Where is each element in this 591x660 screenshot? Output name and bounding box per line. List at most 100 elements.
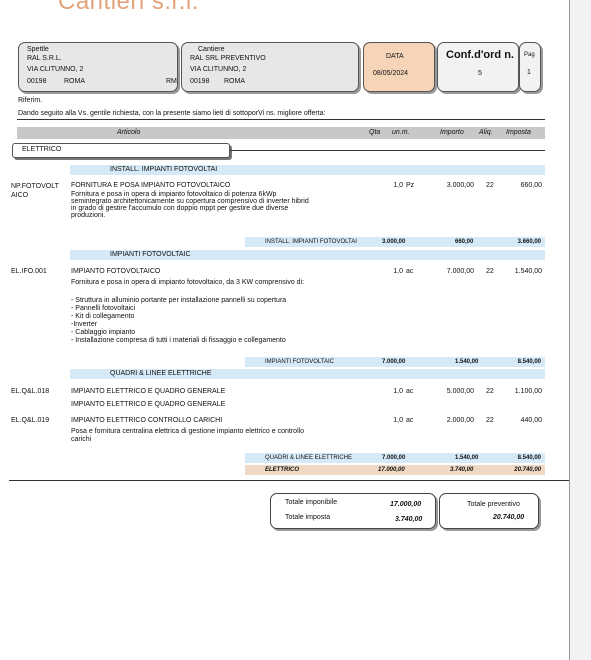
section-divider bbox=[230, 150, 545, 151]
col-importo: Importo bbox=[440, 129, 464, 136]
site-name: RAL SRL PREVENTIVO bbox=[190, 55, 266, 62]
section-total-importo: 17.000,00 bbox=[378, 467, 405, 473]
subtotal-label: QUADRI & LINEE ELETTRICHE bbox=[265, 455, 353, 461]
col-aliq: Aliq. bbox=[479, 129, 493, 136]
item-desc-line: produzioni. bbox=[71, 212, 106, 219]
item-code: EL.Q&L.019 bbox=[11, 417, 50, 424]
item-importo: 7.000,00 bbox=[446, 268, 474, 275]
order-number-label: Conf.d'ord n. bbox=[446, 49, 514, 61]
taxable-value: 17.000,00 bbox=[390, 501, 422, 508]
item-desc-line: - Cablaggio impianto bbox=[71, 329, 136, 336]
quote-total-box: Totale preventivo 20.740,00 bbox=[439, 493, 539, 529]
taxable-totals-box: Totale imponibile 17.000,00 Totale impos… bbox=[270, 493, 436, 529]
item-um: ac bbox=[406, 388, 414, 395]
group-band: INSTALL. IMPIANTI FOTOVOLTAI bbox=[70, 165, 545, 175]
reference-label: Riferim. bbox=[18, 97, 43, 104]
item-desc-line: - Kit di collegamento bbox=[71, 313, 135, 320]
section-total-label: ELETTRICO bbox=[265, 467, 299, 473]
item-aliq: 22 bbox=[486, 268, 494, 275]
section-label: ELETTRICO bbox=[22, 146, 62, 153]
section-tag: ELETTRICO bbox=[12, 143, 230, 158]
item-desc-line: IMPIANTO ELETTRICO E QUADRO GENERALE bbox=[71, 401, 226, 408]
order-number-box: Conf.d'ord n. 5 bbox=[437, 42, 519, 92]
item-title: IMPIANTO ELETTRICO E QUADRO GENERALE bbox=[71, 388, 226, 395]
item-um: ac bbox=[406, 268, 414, 275]
item-qta: 1,0 bbox=[393, 182, 403, 189]
item-title: FORNITURA E POSA IMPIANTO FOTOVOLTAICO bbox=[71, 182, 231, 189]
subtotal-importo: 7.000,00 bbox=[382, 359, 406, 365]
intro-divider bbox=[17, 119, 545, 120]
group-title: INSTALL. IMPIANTI FOTOVOLTAI bbox=[110, 166, 218, 173]
item-aliq: 22 bbox=[486, 417, 494, 424]
item-imposta: 660,00 bbox=[520, 182, 542, 189]
group-subtotal: IMPIANTI FOTOVOLTAIC 7.000,00 1.540,00 8… bbox=[245, 357, 545, 367]
item-qta: 1,0 bbox=[393, 388, 403, 395]
tax-value: 3.740,00 bbox=[395, 516, 423, 523]
page-number-label: Pag bbox=[524, 52, 535, 58]
item-importo: 5.000,00 bbox=[446, 388, 474, 395]
col-um: un.m. bbox=[392, 129, 410, 136]
site-cap: 00198 bbox=[190, 78, 210, 85]
item-code: EL.IFO.001 bbox=[11, 268, 47, 275]
customer-city: ROMA bbox=[64, 78, 85, 85]
viewer-gutter bbox=[570, 0, 591, 660]
quote-total-label: Totale preventivo bbox=[467, 501, 520, 508]
item-importo: 3.000,00 bbox=[446, 182, 474, 189]
item-code: EL.Q&L.018 bbox=[11, 388, 50, 395]
item-qta: 1,0 bbox=[393, 268, 403, 275]
col-imposta: Imposta bbox=[506, 129, 531, 136]
customer-cap: 00198 bbox=[27, 78, 47, 85]
subtotal-total: 8.540,00 bbox=[517, 359, 541, 365]
item-um: Pz bbox=[406, 182, 415, 189]
group-subtotal: INSTALL. IMPIANTI FOTOVOLTAI 3.000,00 66… bbox=[245, 237, 545, 247]
customer-name: RAL S.R.L. bbox=[27, 55, 62, 62]
section-total-total: 20.740,00 bbox=[514, 467, 541, 473]
date-value: 08/05/2024 bbox=[373, 70, 409, 77]
subtotal-importo: 3.000,00 bbox=[382, 239, 406, 245]
intro-text: Dando seguito alla Vs. gentile richiesta… bbox=[18, 110, 326, 117]
group-band: QUADRI & LINEE ELETTRICHE bbox=[70, 369, 545, 379]
customer-address: VIA CLITUNNO, 2 bbox=[27, 66, 84, 73]
site-city: ROMA bbox=[224, 78, 245, 85]
taxable-label: Totale imponibile bbox=[285, 499, 338, 506]
item-desc-line: - Pannelli fotovoltaici bbox=[71, 305, 136, 312]
item-um: ac bbox=[406, 417, 414, 424]
subtotal-total: 8.540,00 bbox=[517, 455, 541, 461]
item-desc-line: -Inverter bbox=[71, 321, 98, 328]
subtotal-importo: 7.000,00 bbox=[382, 455, 406, 461]
col-articolo: Articolo bbox=[117, 129, 141, 136]
order-number-value: 5 bbox=[478, 70, 482, 77]
page-number-box: Pag 1 bbox=[519, 42, 541, 92]
date-box: DATA 08/05/2024 bbox=[363, 42, 435, 92]
item-title: IMPIANTO FOTOVOLTAICO bbox=[71, 268, 161, 275]
page-number-value: 1 bbox=[527, 69, 531, 76]
subtotal-label: INSTALL. IMPIANTI FOTOVOLTAI bbox=[265, 239, 357, 245]
customer-label: Spettle bbox=[27, 46, 49, 53]
group-title: IMPIANTI FOTOVOLTAIC bbox=[110, 251, 191, 258]
subtotal-imposta: 1.540,00 bbox=[455, 455, 479, 461]
item-aliq: 22 bbox=[486, 388, 494, 395]
section-total-imposta: 3.740,00 bbox=[450, 467, 474, 473]
document-page: Cantieri s.r.l. Spettle RAL S.R.L. VIA C… bbox=[0, 0, 570, 660]
site-address: VIA CLITUNNO, 2 bbox=[190, 66, 247, 73]
date-label: DATA bbox=[386, 53, 404, 60]
column-header-bar: Articolo Qta un.m. Importo Aliq. Imposta bbox=[17, 127, 545, 139]
site-box: Cantiere RAL SRL PREVENTIVO VIA CLITUNNO… bbox=[181, 42, 359, 92]
subtotal-imposta: 660,00 bbox=[455, 239, 474, 245]
item-desc-line: - Installazione compresa di tutti i mate… bbox=[71, 337, 286, 344]
item-desc-line: Fornitura e posa in opera di impianto fo… bbox=[71, 279, 305, 286]
customer-box: Spettle RAL S.R.L. VIA CLITUNNO, 2 00198… bbox=[18, 42, 178, 92]
item-imposta: 1.100,00 bbox=[514, 388, 542, 395]
tax-label: Totale imposta bbox=[285, 514, 331, 521]
col-qta: Qta bbox=[369, 129, 381, 136]
group-subtotal: QUADRI & LINEE ELETTRICHE 7.000,00 1.540… bbox=[245, 453, 545, 463]
site-label: Cantiere bbox=[198, 46, 225, 53]
subtotal-label: IMPIANTI FOTOVOLTAIC bbox=[265, 359, 335, 365]
group-title: QUADRI & LINEE ELETTRICHE bbox=[110, 370, 212, 377]
item-aliq: 22 bbox=[486, 182, 494, 189]
item-imposta: 440,00 bbox=[520, 417, 542, 424]
section-total: ELETTRICO 17.000,00 3.740,00 20.740,00 bbox=[245, 465, 545, 475]
item-importo: 2.000,00 bbox=[446, 417, 474, 424]
company-name: Cantieri s.r.l. bbox=[58, 0, 199, 15]
group-band: IMPIANTI FOTOVOLTAIC bbox=[70, 250, 545, 260]
